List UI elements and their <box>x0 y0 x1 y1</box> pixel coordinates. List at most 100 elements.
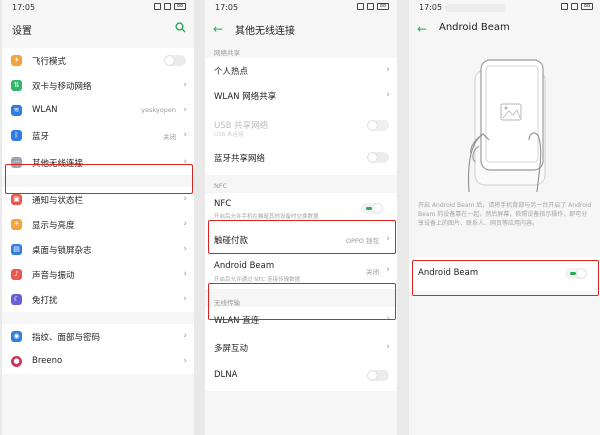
settings-screen: 17:05 88 设置 ✈ 飞行模式 ⇅ 双卡与移动网络 › ≋ WLAN yeskyop… <box>2 0 194 435</box>
row-label: 桌面与锁屏杂志 <box>32 246 92 256</box>
tap-pay-row[interactable]: 触碰付款 OPPO 钱包 › <box>205 227 397 255</box>
row-subtext: 开启后允许通过 NFC 连接传输数据 <box>214 277 301 283</box>
android-beam-screen: 17:05 88 ← Android Beam 开启 Android Beam … <box>409 0 600 435</box>
multiscreen-row[interactable]: 多屏互动 › <box>205 335 397 363</box>
section-header: 无线传输 <box>214 299 240 307</box>
row-label: 指纹、面部与密码 <box>32 333 101 343</box>
row-subtext: 开启后允许手机在触碰其他设备时交换数据 <box>214 214 319 220</box>
row-label: 通知与状态栏 <box>32 196 84 206</box>
row-label: 显示与亮度 <box>32 221 75 231</box>
status-time: 17:05 <box>12 3 36 12</box>
row-label: Android Beam <box>214 261 275 271</box>
bt-share-row[interactable]: 蓝牙共享网络 <box>205 145 397 175</box>
airplane-icon: ✈ <box>11 55 22 66</box>
chevron-right-icon: › <box>386 90 390 100</box>
chevron-right-icon: › <box>183 130 187 140</box>
bluetooth-icon: ᛒ <box>11 130 22 141</box>
chevron-right-icon: › <box>183 194 187 204</box>
battery-icon: 88 <box>174 3 186 10</box>
beam-description: 开启 Android Beam 后，请将手机背部与另一台开启了 Android … <box>418 202 592 227</box>
breeno-row[interactable]: ● Breeno › <box>2 349 194 374</box>
airplane-mode-row[interactable]: ✈ 飞行模式 <box>2 48 194 73</box>
section-header: NFC <box>214 182 228 190</box>
row-label: DLNA <box>214 370 238 380</box>
chevron-right-icon: › <box>183 269 187 279</box>
dnd-row[interactable]: ☾ 免打扰 › <box>2 287 194 312</box>
usb-share-row: USB 共享网络 USB 未连接 <box>205 113 397 145</box>
phone-hand-illustration <box>468 59 546 193</box>
row-label: 声音与振动 <box>32 271 75 281</box>
status-bar: 17:05 88 <box>205 0 397 16</box>
nfc-row[interactable]: NFC 开启后允许手机在触碰其他设备时交换数据 <box>205 193 397 227</box>
signal-icon <box>164 3 171 10</box>
dual-sim-row[interactable]: ⇅ 双卡与移动网络 › <box>2 73 194 98</box>
row-label: 蓝牙 <box>32 132 50 142</box>
other-wireless-row[interactable]: ··· 其他无线连接 › <box>2 150 194 175</box>
row-label: NFC <box>214 199 232 209</box>
row-label: Breeno <box>32 356 63 366</box>
breeno-icon: ● <box>11 356 22 367</box>
chevron-right-icon: › <box>183 105 187 115</box>
status-bar: 17:05 88 <box>2 0 194 16</box>
row-label: 蓝牙共享网络 <box>214 154 266 164</box>
row-value: yeskyopen <box>141 106 176 114</box>
dlna-row[interactable]: DLNA <box>205 363 397 391</box>
row-label: 飞行模式 <box>32 57 67 67</box>
wlan-share-row[interactable]: WLAN 网络共享 › <box>205 83 397 113</box>
dlna-toggle[interactable] <box>367 370 389 381</box>
nfc-toggle[interactable] <box>361 203 383 214</box>
bt-share-toggle[interactable] <box>367 152 389 163</box>
row-label: 免打扰 <box>32 296 58 306</box>
status-time: 17:05 <box>419 3 443 12</box>
wallpaper-icon: ▤ <box>11 244 22 255</box>
status-time: 17:05 <box>215 3 239 12</box>
chevron-right-icon: › <box>183 157 187 167</box>
chevron-right-icon: › <box>386 65 390 75</box>
notification-icon: ▣ <box>11 194 22 205</box>
chevron-right-icon: › <box>386 234 390 244</box>
back-arrow-icon[interactable]: ← <box>417 23 427 35</box>
moon-icon: ☾ <box>11 294 22 305</box>
chevron-right-icon: › <box>183 294 187 304</box>
sound-icon: ♪ <box>11 269 22 280</box>
hotspot-row[interactable]: 个人热点 › <box>205 58 397 83</box>
row-label: WLAN 直连 <box>214 316 260 326</box>
sound-row[interactable]: ♪ 声音与振动 › <box>2 262 194 287</box>
android-beam-toggle-row[interactable]: Android Beam <box>409 257 600 291</box>
airplane-mode-toggle[interactable] <box>164 55 186 66</box>
section-header: 网络共享 <box>214 49 240 57</box>
battery-icon: 88 <box>581 3 593 10</box>
nfc-status-icon <box>357 3 364 10</box>
nfc-status-icon <box>561 3 568 10</box>
display-row[interactable]: ☀ 显示与亮度 › <box>2 212 194 237</box>
nfc-status-icon <box>154 3 161 10</box>
chevron-right-icon: › <box>386 314 390 324</box>
page-title: Android Beam <box>439 22 510 33</box>
search-icon[interactable] <box>175 22 186 33</box>
row-label: Android Beam <box>418 268 479 278</box>
more-icon: ··· <box>11 157 22 168</box>
row-label: WLAN <box>32 105 58 115</box>
bluetooth-row[interactable]: ᛒ 蓝牙 关闭 › <box>2 123 194 148</box>
fingerprint-row[interactable]: ◉ 指纹、面部与密码 › <box>2 324 194 349</box>
chevron-right-icon: › <box>386 342 390 352</box>
header: ← 其他无线连接 <box>205 16 397 42</box>
chevron-right-icon: › <box>183 356 187 366</box>
android-beam-toggle[interactable] <box>565 268 587 279</box>
page-title: 设置 <box>12 26 32 37</box>
wlan-row[interactable]: ≋ WLAN yeskyopen › <box>2 98 194 123</box>
signal-icon <box>367 3 374 10</box>
wallpaper-row[interactable]: ▤ 桌面与锁屏杂志 › <box>2 237 194 262</box>
beam-illustration <box>409 42 600 197</box>
back-arrow-icon[interactable]: ← <box>213 23 223 35</box>
sim-icon: ⇅ <box>11 80 22 91</box>
row-label: 个人热点 <box>214 67 249 77</box>
notifications-row[interactable]: ▣ 通知与状态栏 › <box>2 187 194 212</box>
header: 设置 <box>2 16 194 42</box>
fingerprint-icon: ◉ <box>11 331 22 342</box>
blurred-region <box>445 4 505 12</box>
header: ← Android Beam <box>409 16 600 42</box>
wlan-direct-row[interactable]: WLAN 直连 › <box>205 307 397 335</box>
row-label: WLAN 网络共享 <box>214 92 277 102</box>
android-beam-row[interactable]: Android Beam 开启后允许通过 NFC 连接传输数据 关闭 › <box>205 255 397 289</box>
